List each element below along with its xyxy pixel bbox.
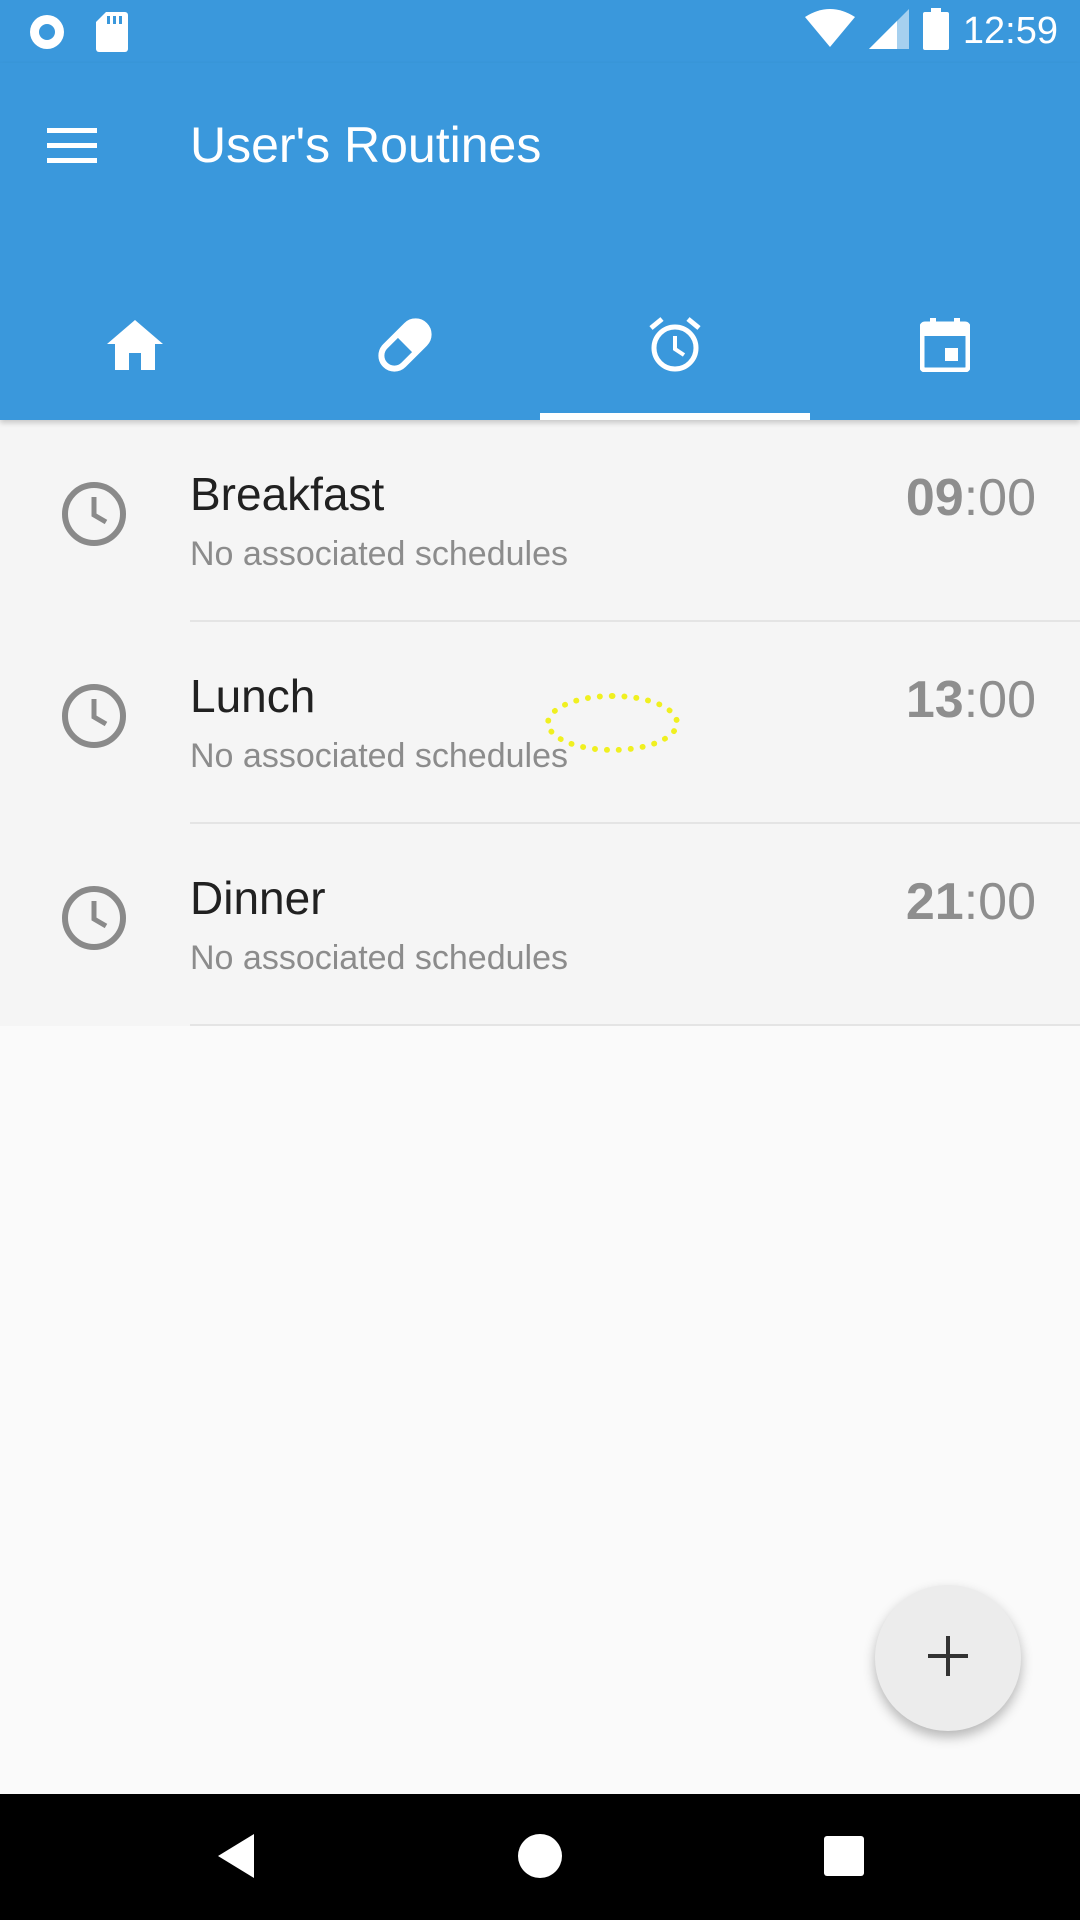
status-bar: 12:59	[0, 0, 1080, 63]
add-routine-button[interactable]	[875, 1585, 1021, 1731]
alarm-icon	[647, 316, 703, 379]
divider	[190, 1024, 1080, 1026]
clock-icon	[60, 480, 128, 548]
menu-button[interactable]	[30, 106, 114, 190]
routine-hour: 21	[905, 873, 964, 931]
app-bar: User's Routines	[0, 63, 1080, 420]
pill-icon	[375, 315, 435, 380]
sd-card-icon	[96, 12, 128, 57]
routine-subtitle: No associated schedules	[190, 535, 569, 573]
routine-title: Dinner	[190, 872, 326, 924]
status-time: 12:59	[962, 10, 1058, 52]
add-icon	[928, 1635, 968, 1681]
menu-icon	[47, 127, 97, 169]
clock-icon	[60, 884, 128, 952]
home-button[interactable]	[512, 1830, 568, 1886]
back-icon	[214, 1832, 258, 1885]
routine-minute: :00	[963, 469, 1036, 527]
routine-subtitle: No associated schedules	[190, 939, 569, 977]
routine-title: Lunch	[190, 670, 316, 722]
routine-time: 21:00	[906, 872, 1036, 932]
tab-home[interactable]	[0, 293, 270, 420]
routine-hour: 13	[905, 671, 964, 729]
recents-icon	[823, 1835, 865, 1882]
list-item[interactable]: Lunch No associated schedules 13:00	[0, 622, 1080, 824]
back-button[interactable]	[208, 1830, 264, 1886]
routine-list: Breakfast No associated schedules 09:00 …	[0, 420, 1080, 1026]
battery-icon	[922, 8, 949, 55]
routine-time: 13:00	[906, 670, 1036, 730]
page-title: User's Routines	[190, 117, 542, 173]
calendar-icon	[919, 318, 971, 377]
list-item[interactable]: Breakfast No associated schedules 09:00	[0, 420, 1080, 622]
routine-minute: :00	[963, 873, 1036, 931]
routine-hour: 09	[905, 469, 964, 527]
system-nav-bar	[0, 1794, 1080, 1920]
home-icon	[107, 320, 163, 375]
recents-button[interactable]	[816, 1830, 872, 1886]
routine-time: 09:00	[906, 468, 1036, 528]
clock-icon	[60, 682, 128, 750]
tab-routines[interactable]	[540, 293, 810, 420]
wifi-icon	[804, 9, 855, 54]
list-item[interactable]: Dinner No associated schedules 21:00	[0, 824, 1080, 1026]
record-icon	[28, 13, 66, 56]
routine-minute: :00	[963, 671, 1036, 729]
routine-title: Breakfast	[190, 468, 385, 520]
touch-indicator	[545, 693, 680, 753]
tab-indicator	[540, 413, 810, 420]
routine-subtitle: No associated schedules	[190, 737, 569, 775]
tab-calendar[interactable]	[810, 293, 1080, 420]
tab-medicines[interactable]	[270, 293, 540, 420]
signal-icon	[868, 9, 909, 54]
home-circle-icon	[516, 1832, 564, 1885]
tab-bar	[0, 293, 1080, 420]
